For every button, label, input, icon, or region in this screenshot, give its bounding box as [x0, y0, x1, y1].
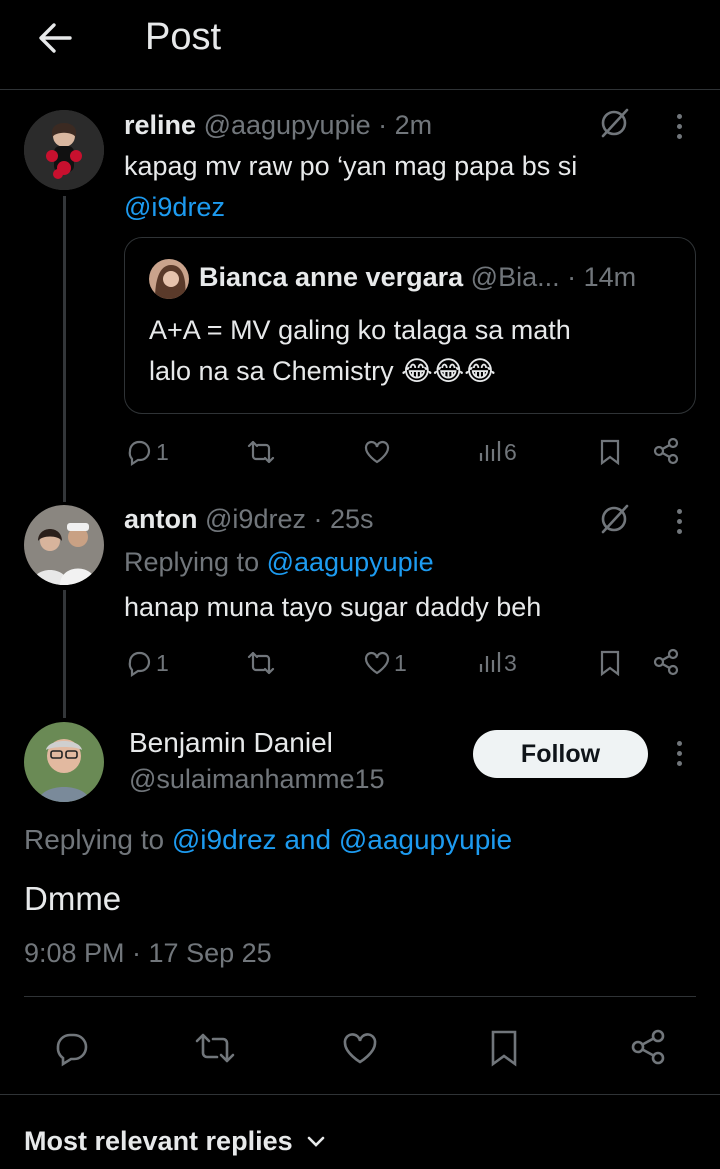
thread-line — [63, 196, 66, 502]
grok-icon[interactable] — [597, 106, 631, 140]
reply-icon — [128, 651, 151, 678]
display-name[interactable]: reline — [124, 110, 196, 140]
like-icon — [364, 440, 390, 464]
view-count: 6 — [504, 438, 517, 465]
timestamp: · 2m — [378, 110, 433, 140]
back-arrow-icon[interactable] — [34, 18, 78, 58]
bookmark-button[interactable] — [597, 437, 623, 467]
display-name[interactable]: anton — [124, 504, 198, 534]
avatar[interactable] — [24, 505, 104, 585]
share-icon[interactable] — [628, 1027, 668, 1067]
mention-link[interactable]: @i9drez and @aagupyupie — [172, 824, 512, 855]
page-title: Post — [145, 16, 222, 58]
views-icon — [479, 652, 501, 672]
repost-icon[interactable] — [193, 1030, 237, 1066]
repost-icon — [247, 651, 275, 675]
reply-icon — [128, 440, 151, 467]
repost-button[interactable] — [245, 648, 277, 678]
like-icon — [364, 651, 390, 675]
view-count: 3 — [504, 649, 517, 676]
handle[interactable]: @i9drez — [205, 504, 306, 534]
top-bar: Post — [0, 0, 720, 90]
post-text: hanap muna tayo sugar daddy beh — [124, 592, 542, 622]
reply-button[interactable]: 1 — [124, 648, 169, 678]
share-icon — [653, 437, 679, 465]
like-button[interactable] — [362, 437, 392, 467]
grok-icon[interactable] — [597, 502, 631, 536]
handle[interactable]: @aagupyupie — [204, 110, 371, 140]
replying-to: Replying to @i9drez and @aagupyupie — [24, 824, 512, 856]
replying-prefix: Replying to — [24, 824, 165, 855]
reply-header: anton @i9drez · 25s — [124, 504, 374, 535]
sort-replies-dropdown[interactable]: Most relevant replies — [24, 1126, 325, 1157]
reply-count: 1 — [156, 438, 169, 465]
views-button[interactable]: 6 — [478, 437, 517, 467]
more-icon[interactable] — [675, 114, 683, 140]
bookmark-icon — [600, 439, 620, 466]
more-icon[interactable] — [675, 509, 683, 535]
quoted-text: A+A = MV galing ko talaga sa math — [149, 315, 571, 345]
avatar[interactable] — [24, 722, 104, 802]
reply-header: reline @aagupyupie · 2m — [124, 110, 432, 141]
like-icon[interactable] — [340, 1029, 380, 1067]
bookmark-icon — [600, 650, 620, 677]
timestamp[interactable]: 9:08 PM · 17 Sep 25 — [24, 938, 272, 969]
share-icon — [653, 648, 679, 676]
repost-icon — [247, 440, 275, 464]
handle: @Bia... — [470, 262, 560, 292]
share-button[interactable] — [651, 436, 681, 466]
post-text: Dmme — [24, 880, 122, 917]
timestamp: · 14m — [567, 262, 637, 292]
views-icon — [479, 441, 501, 461]
quoted-text: lalo na sa Chemistry 😂😂😂 — [149, 356, 496, 386]
display-name[interactable]: Benjamin Daniel — [129, 727, 333, 759]
bookmark-button[interactable] — [597, 648, 623, 678]
timestamp: · 25s — [313, 504, 374, 534]
replying-to: Replying to @aagupyupie — [124, 547, 434, 578]
share-button[interactable] — [651, 647, 681, 677]
divider — [24, 996, 696, 997]
follow-button[interactable]: Follow — [473, 730, 648, 778]
thread-line — [63, 590, 66, 718]
bookmark-icon[interactable] — [487, 1028, 521, 1068]
like-count: 1 — [394, 649, 407, 676]
display-name: Bianca anne vergara — [199, 262, 464, 292]
sort-label: Most relevant replies — [24, 1126, 293, 1156]
avatar[interactable] — [24, 110, 104, 190]
views-button[interactable]: 3 — [478, 648, 517, 678]
like-button[interactable]: 1 — [362, 648, 407, 678]
divider — [0, 1094, 720, 1095]
reply-icon[interactable] — [52, 1029, 92, 1067]
more-icon[interactable] — [675, 741, 683, 767]
post-text: kapag mv raw po ‘yan mag papa bs si — [124, 151, 578, 181]
mention-link[interactable]: @aagupyupie — [267, 547, 434, 577]
reply-button[interactable]: 1 — [124, 437, 169, 467]
avatar — [149, 259, 189, 299]
repost-button[interactable] — [245, 437, 277, 467]
replying-prefix: Replying to — [124, 547, 260, 577]
mention-link[interactable]: @i9drez — [124, 192, 225, 223]
handle[interactable]: @sulaimanhamme15 — [129, 764, 385, 795]
quoted-header: Bianca anne vergara @Bia... · 14m — [199, 262, 636, 293]
chevron-down-icon — [307, 1136, 324, 1147]
reply-count: 1 — [156, 649, 169, 676]
